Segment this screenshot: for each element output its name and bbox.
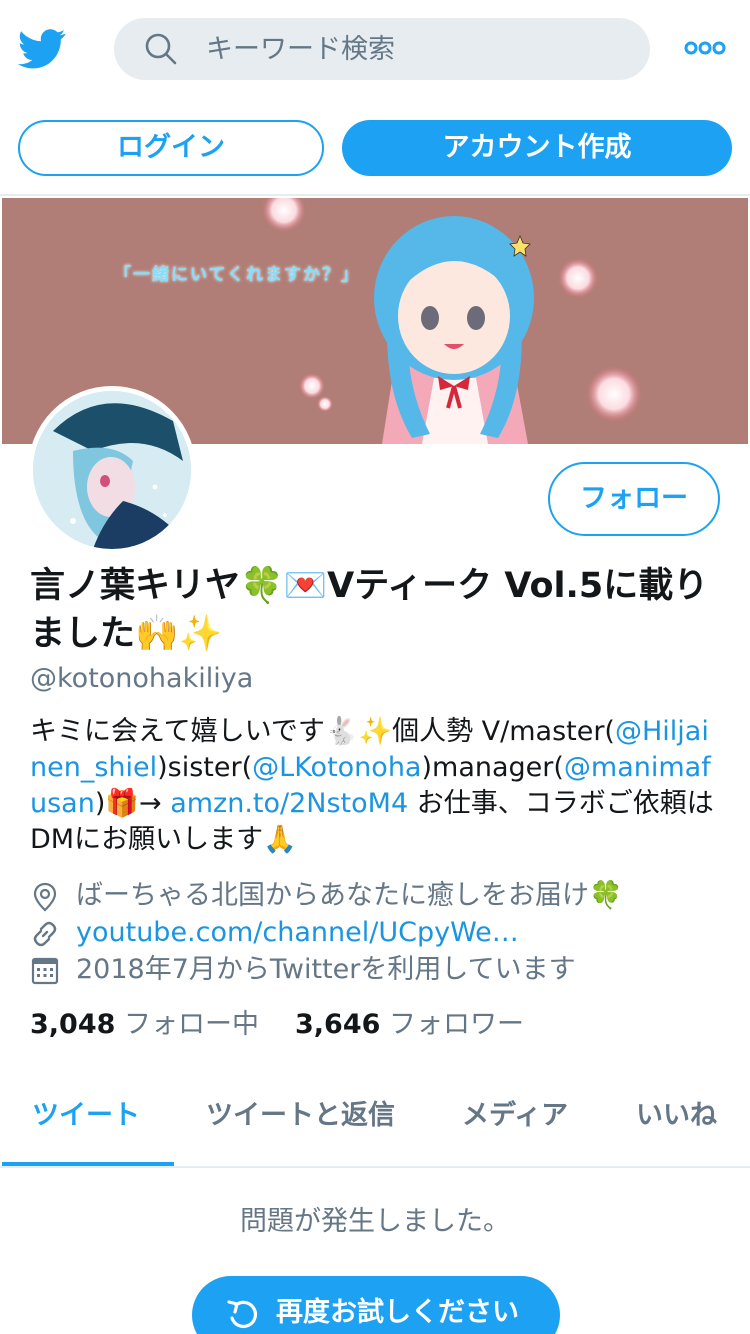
bio-url-link[interactable]: amzn.to/2NstoM4 [170,788,408,819]
search-input[interactable] [206,28,626,70]
profile-name: 言ノ葉キリヤ🍀💌Vティーク Vol.5に載りました🙌✨ [30,566,709,654]
following-count: 3,048 [30,1009,116,1040]
bio-text: )🎁→ [94,788,171,819]
profile-url: youtube.com/channel/UCpyWe… [30,915,730,951]
banner-caption: 「一緒にいてくれますか？」 [114,265,360,285]
bio-text: )sister( [157,752,253,783]
tab-media[interactable]: メディア [462,1080,568,1166]
tab-likes[interactable]: いいね [636,1080,717,1166]
search-bar[interactable] [114,18,650,80]
profile-handle: @kotonohakiliya [30,663,254,694]
calendar-icon [31,957,59,985]
profile-tabs: ツイート ツイートと返信 メディア いいね [0,1080,750,1168]
tab-tweets-and-replies[interactable]: ツイートと返信 [206,1080,395,1166]
profile-location: ばーちゃる北国からあなたに癒しをお届け🍀 [30,878,730,914]
followers-label: フォロワー [389,1009,524,1040]
twitter-bird-icon[interactable] [18,28,66,70]
retry-label: 再度お試しください [276,1297,519,1328]
profile-stats: 3,048 フォロー中 3,646 フォロワー [30,1006,524,1044]
more-dots-icon[interactable] [684,38,726,58]
avatar-image [33,391,191,549]
tab-tweets[interactable]: ツイート [32,1080,140,1166]
retry-button[interactable]: 再度お試しください [192,1276,560,1334]
signup-button[interactable]: アカウント作成 [342,120,732,176]
following-label: フォロー中 [124,1009,259,1040]
followers-count: 3,646 [295,1009,381,1040]
bio-text: キミに会えて嬉しいです🐇✨個人勢 V/master( [30,716,615,747]
profile-bio: キミに会えて嬉しいです🐇✨個人勢 V/master(@Hiljainen_shi… [30,714,722,858]
follow-button[interactable]: フォロー [548,462,720,536]
profile-url-link[interactable]: youtube.com/channel/UCpyWe… [76,915,519,951]
top-bar [0,0,750,98]
location-pin-icon [33,882,57,912]
following-stat[interactable]: 3,048 フォロー中 [30,1009,259,1040]
joined-text: 2018年7月からTwitterを利用しています [76,954,576,985]
active-tab-indicator [2,1162,174,1166]
profile-avatar[interactable] [28,386,196,554]
login-button[interactable]: ログイン [18,120,324,176]
search-icon [145,33,177,65]
followers-stat[interactable]: 3,646 フォロワー [295,1009,524,1040]
error-message: 問題が発生しました。 [240,1206,510,1237]
refresh-icon [227,1300,258,1328]
profile-joined: 2018年7月からTwitterを利用しています [30,952,730,988]
link-icon [33,921,57,947]
bio-text: )manager( [421,752,564,783]
location-text: ばーちゃる北国からあなたに癒しをお届け🍀 [76,880,623,911]
bio-mention-link[interactable]: @LKotonoha [252,752,421,783]
auth-row: ログイン アカウント作成 [0,98,750,196]
